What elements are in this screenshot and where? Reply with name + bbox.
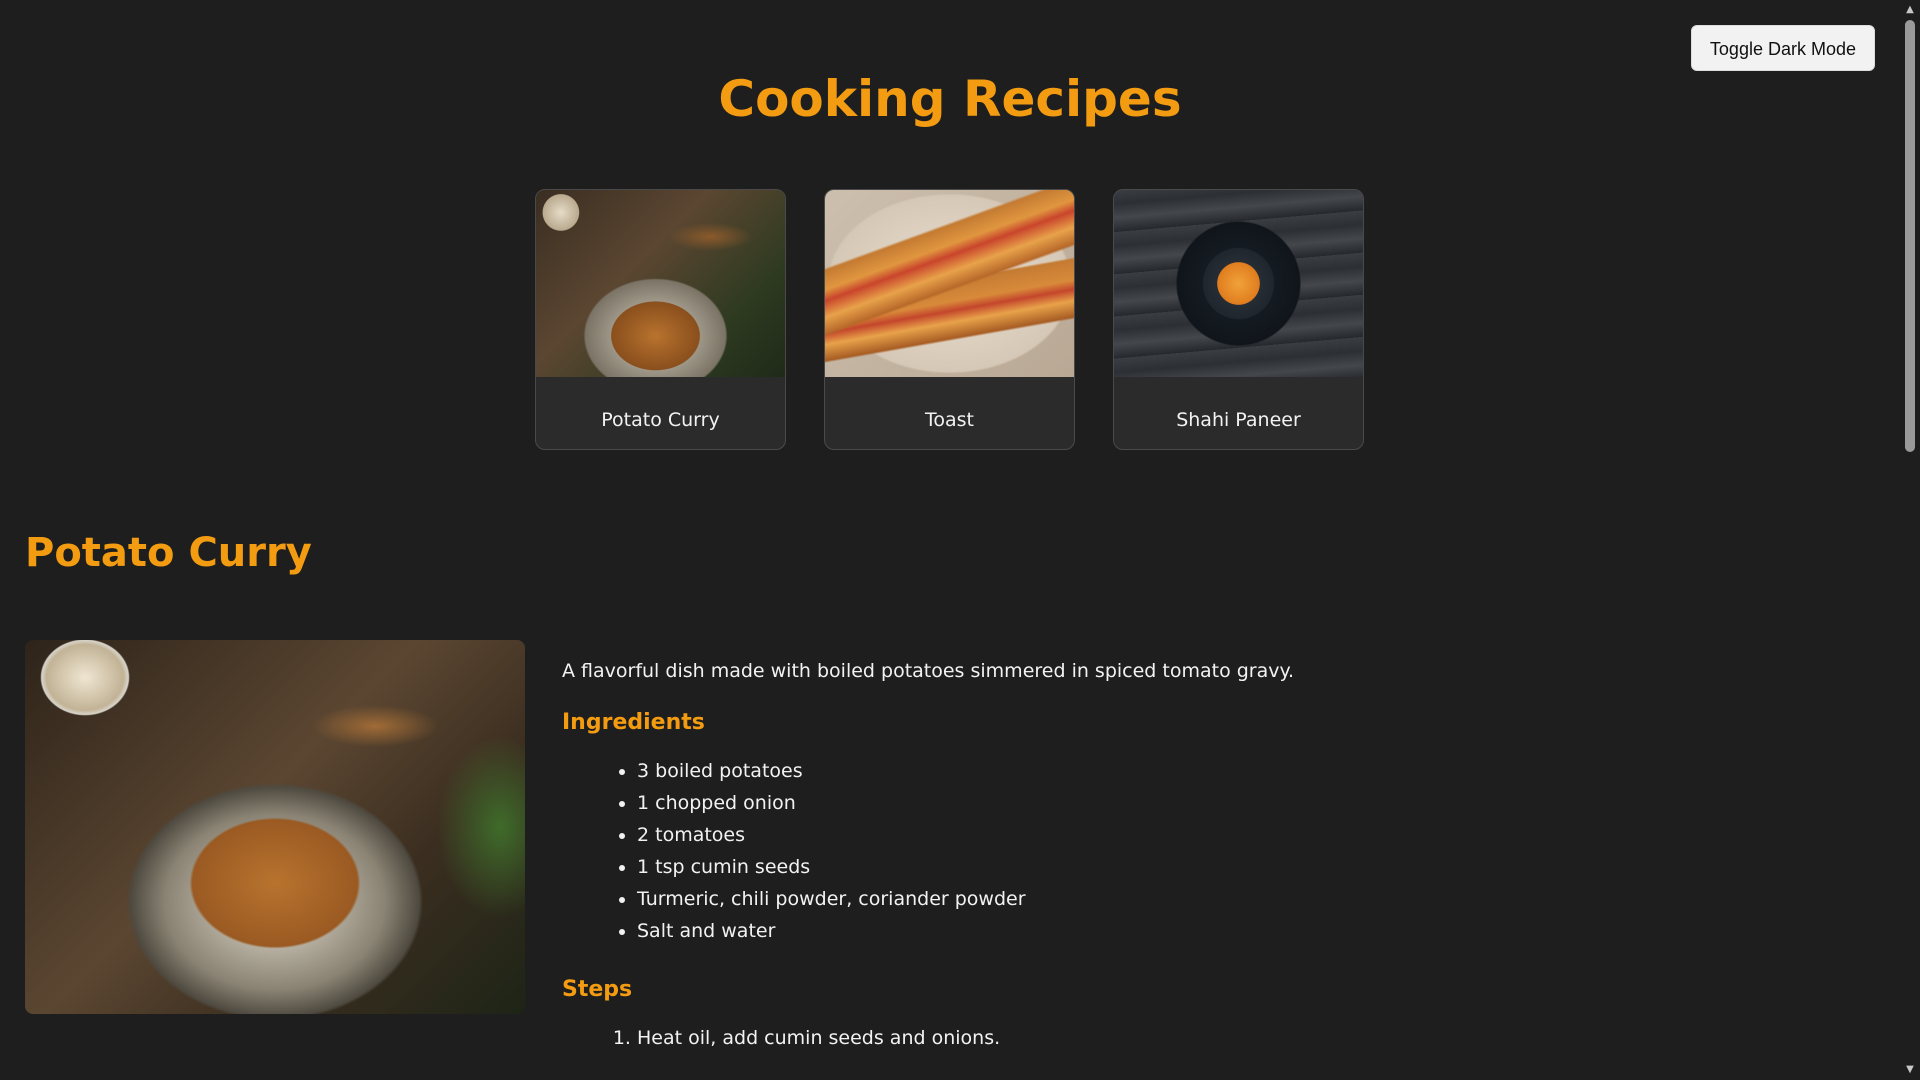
step-item: Heat oil, add cumin seeds and onions. <box>637 1022 1862 1054</box>
scroll-up-arrow-icon[interactable]: ▲ <box>1900 2 1920 18</box>
recipe-detail-body: A flavorful dish made with boiled potato… <box>562 660 1862 1054</box>
ingredient-item: 2 tomatoes <box>637 819 1862 851</box>
toast-photo <box>825 190 1074 377</box>
recipe-cards: Potato Curry Toast Shahi Paneer <box>535 189 1364 450</box>
scrollbar-thumb[interactable] <box>1905 20 1915 452</box>
recipe-detail-title: Potato Curry <box>25 530 312 576</box>
ingredient-item: Turmeric, chili powder, coriander powder <box>637 883 1862 915</box>
page: Toggle Dark Mode Cooking Recipes Potato … <box>0 0 1900 1080</box>
recipe-description: A flavorful dish made with boiled potato… <box>562 660 1295 682</box>
potato-curry-photo <box>536 190 785 377</box>
recipe-card-label: Shahi Paneer <box>1176 409 1301 431</box>
recipe-card-label: Potato Curry <box>601 409 720 431</box>
steps-list: Heat oil, add cumin seeds and onions. <box>562 1022 1862 1054</box>
shahi-paneer-photo <box>1114 190 1363 377</box>
recipe-detail-photo <box>25 640 525 1014</box>
toggle-dark-mode-button[interactable]: Toggle Dark Mode <box>1690 25 1875 71</box>
ingredient-item: 1 tsp cumin seeds <box>637 851 1862 883</box>
recipe-card-toast[interactable]: Toast <box>824 189 1075 450</box>
ingredients-heading: Ingredients <box>562 710 705 735</box>
ingredients-list: 3 boiled potatoes 1 chopped onion 2 toma… <box>562 755 1862 947</box>
ingredient-item: Salt and water <box>637 915 1862 947</box>
steps-heading: Steps <box>562 977 633 1002</box>
page-title: Cooking Recipes <box>718 70 1182 128</box>
vertical-scrollbar[interactable]: ▲ ▼ <box>1900 0 1920 1080</box>
recipe-card-shahi-paneer[interactable]: Shahi Paneer <box>1113 189 1364 450</box>
ingredient-item: 3 boiled potatoes <box>637 755 1862 787</box>
ingredient-item: 1 chopped onion <box>637 787 1862 819</box>
recipe-card-potato-curry[interactable]: Potato Curry <box>535 189 786 450</box>
scroll-down-arrow-icon[interactable]: ▼ <box>1900 1062 1920 1078</box>
recipe-card-label: Toast <box>925 409 974 431</box>
